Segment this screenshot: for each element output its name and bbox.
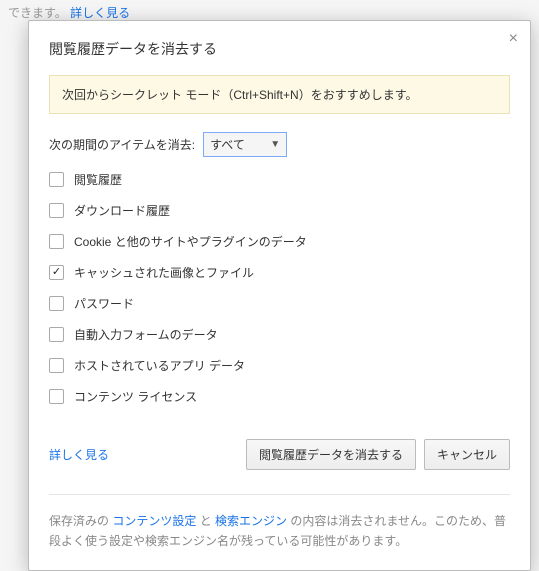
bg-learn-more-link[interactable]: 詳しく見る [70, 6, 130, 20]
checkbox-row[interactable]: コンテンツ ライセンス [49, 388, 510, 405]
time-range-select[interactable]: すべて ▼ [203, 132, 287, 157]
checkbox-row[interactable]: パスワード [49, 295, 510, 312]
checkbox[interactable] [49, 234, 64, 249]
clear-browsing-data-dialog: × 閲覧履歴データを消去する 次回からシークレット モード（Ctrl+Shift… [28, 20, 531, 571]
checkbox-label: コンテンツ ライセンス [74, 388, 197, 405]
checkbox-label: 閲覧履歴 [74, 171, 122, 188]
cancel-button[interactable]: キャンセル [424, 439, 510, 470]
checkbox-list: 閲覧履歴ダウンロード履歴 Cookie と他のサイトやプラグインのデータキャッシュ… [49, 171, 510, 405]
bg-line2-prefix: できます。 [8, 6, 67, 20]
checkbox[interactable] [49, 296, 64, 311]
checkbox-row[interactable]: 自動入力フォームのデータ [49, 326, 510, 343]
time-range-row: 次の期間のアイテムを消去: すべて ▼ [49, 132, 510, 157]
checkbox[interactable] [49, 265, 64, 280]
checkbox-row[interactable]: Cookie と他のサイトやプラグインのデータ [49, 233, 510, 250]
checkbox-row[interactable]: ダウンロード履歴 [49, 202, 510, 219]
footer-note: 保存済みの コンテンツ設定 と 検索エンジン の内容は消去されません。このため、… [49, 494, 510, 552]
content-settings-link[interactable]: コンテンツ設定 [112, 514, 196, 528]
learn-more-link[interactable]: 詳しく見る [49, 446, 109, 463]
chevron-down-icon: ▼ [270, 139, 280, 150]
checkbox-row[interactable]: 閲覧履歴 [49, 171, 510, 188]
checkbox[interactable] [49, 358, 64, 373]
checkbox-label: 自動入力フォームのデータ [74, 326, 218, 343]
checkbox-row[interactable]: ホストされているアプリ データ [49, 357, 510, 374]
close-icon[interactable]: × [509, 31, 518, 47]
checkbox[interactable] [49, 327, 64, 342]
checkbox-label: パスワード [74, 295, 134, 312]
dialog-actions-row: 詳しく見る 閲覧履歴データを消去する キャンセル [49, 439, 510, 470]
checkbox-row[interactable]: キャッシュされた画像とファイル [49, 264, 510, 281]
checkbox-label: キャッシュされた画像とファイル [74, 264, 254, 281]
checkbox[interactable] [49, 389, 64, 404]
checkbox[interactable] [49, 203, 64, 218]
time-range-label: 次の期間のアイテムを消去: [49, 136, 195, 153]
button-group: 閲覧履歴データを消去する キャンセル [246, 439, 510, 470]
checkbox-label: Cookie と他のサイトやプラグインのデータ [74, 233, 307, 250]
time-range-value: すべて [210, 136, 245, 153]
checkbox-label: ホストされているアプリ データ [74, 357, 245, 374]
search-engine-link[interactable]: 検索エンジン [215, 514, 287, 528]
incognito-suggestion-banner: 次回からシークレット モード（Ctrl+Shift+N）をおすすめします。 [49, 75, 510, 114]
clear-data-button[interactable]: 閲覧履歴データを消去する [246, 439, 416, 470]
checkbox[interactable] [49, 172, 64, 187]
checkbox-label: ダウンロード履歴 [74, 202, 170, 219]
dialog-title: 閲覧履歴データを消去する [49, 39, 510, 59]
